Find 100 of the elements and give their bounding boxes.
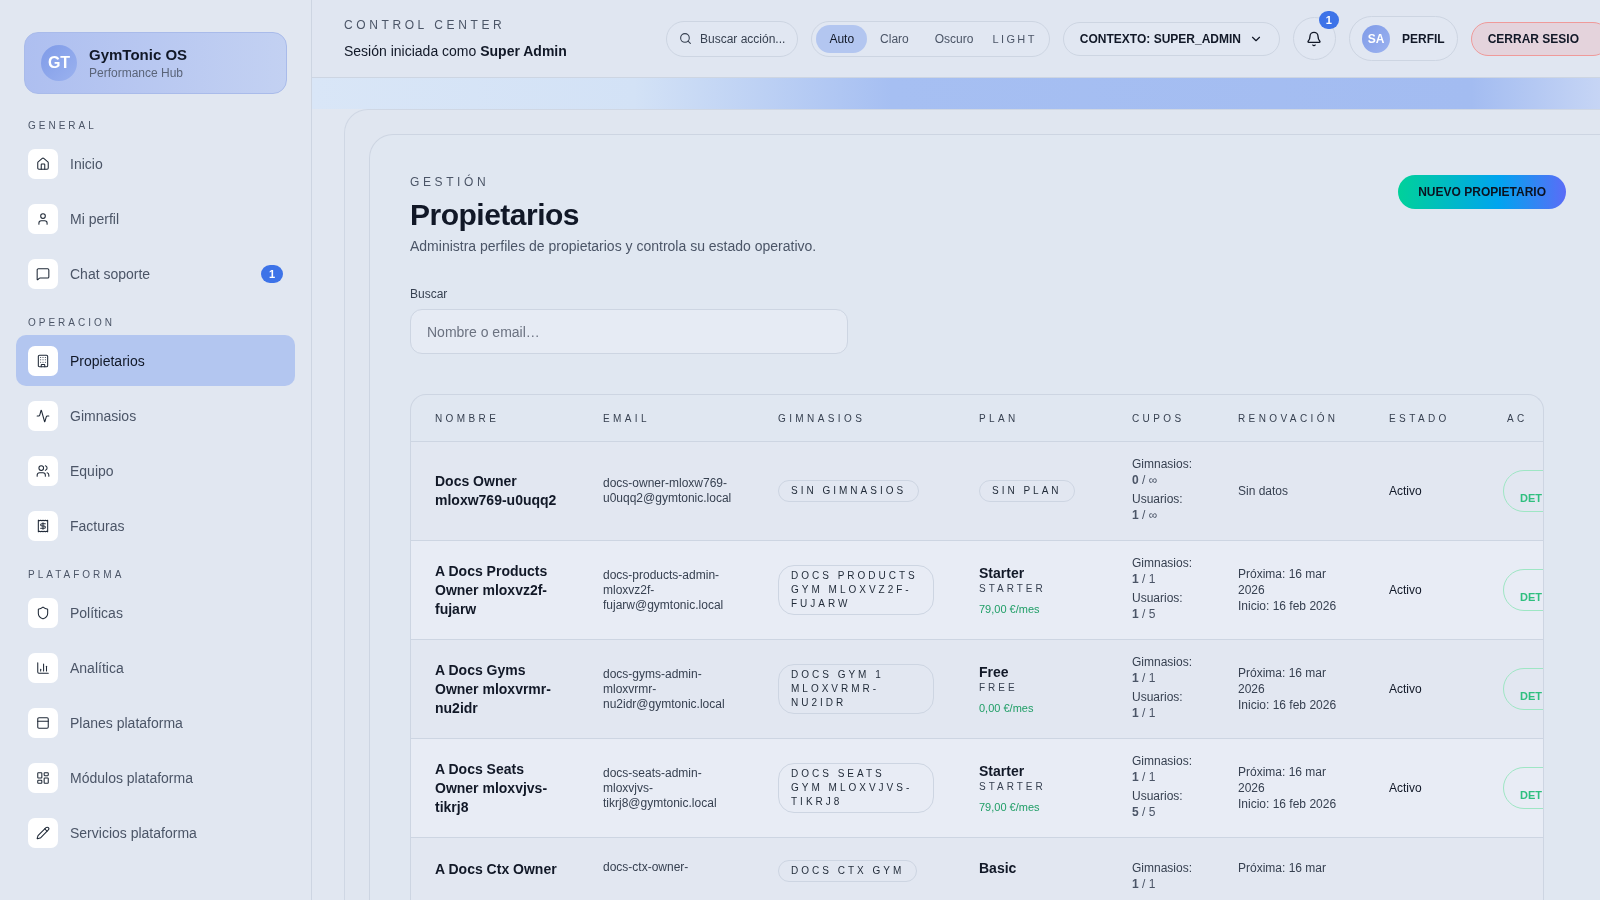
quota-label: Usuarios: xyxy=(1132,788,1184,804)
column-header: ESTADO xyxy=(1389,412,1451,424)
quota-label: Usuarios: xyxy=(1132,491,1184,507)
search-icon xyxy=(679,32,692,45)
column-header: CUPOS xyxy=(1132,412,1186,424)
renewal-text: Próxima: 16 mar 2026 Inicio: 16 feb 2026 xyxy=(1238,764,1338,812)
new-owner-button[interactable]: NUEVO PROPIETARIO xyxy=(1398,175,1566,209)
plan-price: 79,00 €/mes xyxy=(979,801,1041,813)
owner-name: Docs Owner mloxw769-u0uqq2 xyxy=(435,472,558,510)
theme-option[interactable]: Claro xyxy=(867,24,922,53)
sidebar-item[interactable]: Equipo xyxy=(16,445,295,496)
notification-badge: 1 xyxy=(1318,11,1339,29)
profile-avatar: SA xyxy=(1362,24,1390,53)
section-title: OPERACION xyxy=(28,317,116,328)
owner-email: docs-owner-mloxw769-u0uqq2@gymtonic.local xyxy=(603,476,733,506)
sidebar-item[interactable]: Módulos plataforma xyxy=(16,752,295,803)
owner-email: docs-ctx-owner- xyxy=(603,860,690,875)
plan-price: 0,00 €/mes xyxy=(979,702,1035,714)
sidebar-item[interactable]: Facturas xyxy=(16,500,295,551)
bell-icon xyxy=(1306,30,1323,47)
search-label: Buscar xyxy=(410,287,449,301)
column-header: NOMBRE xyxy=(435,412,501,424)
brand-subtitle: Performance Hub xyxy=(89,66,185,80)
quota-value: 1 / 1 xyxy=(1132,705,1157,721)
renewal-text: Próxima: 16 mar 2026 Inicio: 16 feb 2026 xyxy=(1238,665,1338,713)
status-text: Activo xyxy=(1389,583,1423,597)
theme-option[interactable]: Oscuro xyxy=(921,24,987,53)
quota-label: Gimnasios: xyxy=(1132,860,1194,876)
owner-email: docs-seats-admin-mloxvjvs-tikrj8@gymtonic.local xyxy=(603,765,718,811)
bar-chart-icon xyxy=(28,652,58,683)
quota-label: Gimnasios: xyxy=(1132,753,1194,769)
sidebar-item[interactable]: Servicios plataforma xyxy=(16,807,295,858)
plan-price: 79,00 €/mes xyxy=(979,603,1041,615)
item-label: Inicio xyxy=(70,155,104,172)
sidebar-item[interactable]: Chat soporte 1 xyxy=(16,248,295,299)
sidebar-item[interactable]: Planes plataforma xyxy=(16,697,295,748)
item-label: Gimnasios xyxy=(70,407,138,424)
shield-icon xyxy=(28,597,58,628)
page-title: Propietarios xyxy=(410,198,581,232)
sidebar-item[interactable]: Gimnasios xyxy=(16,390,295,441)
building-icon xyxy=(28,345,58,376)
logout-button[interactable]: CERRAR SESIO xyxy=(1470,21,1600,56)
quota-value: 1 / 1 xyxy=(1132,876,1157,892)
theme-option[interactable]: Auto xyxy=(816,24,868,53)
theme-mode: LIGHT xyxy=(991,32,1037,45)
pencil-icon xyxy=(28,817,58,848)
people-icon xyxy=(28,455,58,486)
gym-tag: DOCS SEATS GYM MLOXVJVS-TIKRJ8 xyxy=(778,763,934,813)
notifications-button[interactable] xyxy=(1293,17,1336,60)
brand-avatar: GT xyxy=(41,45,77,81)
item-label: Propietarios xyxy=(70,352,146,369)
quota-value: 1 / ∞ xyxy=(1132,507,1159,523)
item-label: Chat soporte xyxy=(70,265,152,282)
owner-email: docs-products-admin-mloxvz2f-fujarw@gymtonic.local xyxy=(603,567,725,613)
header-eyebrow: CONTROL CENTER xyxy=(344,18,507,32)
plan-code: STARTER xyxy=(979,583,1047,594)
plan-name: Starter xyxy=(979,565,1026,581)
session-text: Sesión iniciada como Super Admin xyxy=(344,43,568,59)
count-badge: 1 xyxy=(260,264,283,283)
pulse-icon xyxy=(28,400,58,431)
column-header: AC xyxy=(1507,412,1529,424)
quota-value: 1 / 1 xyxy=(1132,571,1157,587)
item-label: Servicios plataforma xyxy=(70,824,198,841)
search-field[interactable]: Buscar acción... xyxy=(666,20,799,57)
column-header: EMAIL xyxy=(603,412,651,424)
gym-tag: DOCS PRODUCTS GYM MLOXVZ2F-FUJARW xyxy=(778,565,934,615)
sidebar-item[interactable]: Inicio xyxy=(16,138,295,189)
window-icon xyxy=(28,707,58,738)
profile-button[interactable]: SA PERFIL xyxy=(1349,16,1458,61)
page-description: Administra perfiles de propietarios y controla su estado operativo. xyxy=(410,238,817,254)
sidebar-item[interactable]: Propietarios xyxy=(16,335,295,386)
home-icon xyxy=(28,148,58,179)
plan-code: STARTER xyxy=(979,781,1047,792)
context-select[interactable]: CONTEXTO: SUPER_ADMIN xyxy=(1062,21,1280,56)
column-header: RENOVACIÓN xyxy=(1238,412,1340,424)
renewal-text: Sin datos xyxy=(1238,483,1290,499)
owner-email: docs-gyms-admin-mloxvrmr-nu2idr@gymtonic.local xyxy=(603,666,726,712)
sidebar-item[interactable]: Políticas xyxy=(16,587,295,638)
owner-name: A Docs Seats Owner mloxvjvs-tikrj8 xyxy=(435,759,549,817)
quota-label: Gimnasios: xyxy=(1132,456,1194,472)
quota-label: Usuarios: xyxy=(1132,689,1184,705)
gym-tag: DOCS GYM 1 MLOXVRMR-NU2IDR xyxy=(778,664,934,714)
plan-code: FREE xyxy=(979,682,1019,693)
item-label: Equipo xyxy=(70,462,115,479)
item-label: Facturas xyxy=(70,517,126,534)
renewal-text: Próxima: 16 mar 2026 Inicio: 16 feb 2026 xyxy=(1238,566,1338,614)
plan-name: Free xyxy=(979,664,1010,680)
status-text: Activo xyxy=(1389,781,1423,795)
quota-value: 1 / 5 xyxy=(1132,606,1157,622)
sidebar-item[interactable]: Analítica xyxy=(16,642,295,693)
brand-card[interactable]: GT GymTonic OS Performance Hub xyxy=(24,32,287,94)
renewal-text: Próxima: 16 mar xyxy=(1238,860,1328,876)
quota-label: Gimnasios: xyxy=(1132,555,1194,571)
owner-name: A Docs Gyms Owner mloxvrmr-nu2idr xyxy=(435,660,552,718)
quota-label: Gimnasios: xyxy=(1132,654,1194,670)
plan-name: Starter xyxy=(979,763,1026,779)
column-header: GIMNASIOS xyxy=(778,412,867,424)
owner-name: A Docs Products Owner mloxvz2f-fujarw xyxy=(435,561,549,619)
sidebar-item[interactable]: Mi perfil xyxy=(16,193,295,244)
search-input[interactable]: Nombre o email… xyxy=(410,309,848,354)
